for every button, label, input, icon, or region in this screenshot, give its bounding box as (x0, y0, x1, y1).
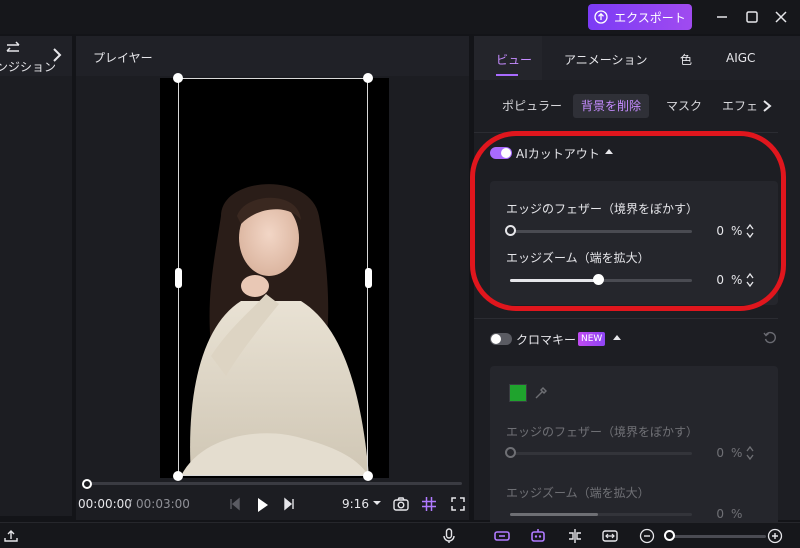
stepper-arrows-icon[interactable] (746, 445, 754, 461)
link-clips-button[interactable] (493, 528, 511, 544)
next-frame-button[interactable] (282, 496, 296, 512)
zoom-in-button[interactable] (766, 528, 784, 544)
chroma-key-title: クロマキー (516, 333, 577, 347)
resize-handle-left[interactable] (175, 268, 182, 288)
export-label: エクスポート (614, 10, 686, 25)
chroma-edge-zoom-value[interactable]: 0 (708, 507, 724, 521)
step-back-icon (230, 497, 240, 511)
minimize-button[interactable] (711, 6, 733, 28)
aspect-ratio-select[interactable]: 9:16 (342, 497, 369, 511)
split-button[interactable] (566, 528, 584, 544)
timeline-zoom-slider[interactable] (668, 535, 766, 538)
ai-robot-icon (531, 529, 545, 542)
chroma-edge-feather-slider[interactable] (510, 452, 692, 455)
resize-handle-top-right[interactable] (363, 73, 373, 83)
tab-view[interactable]: ビュー (496, 51, 532, 68)
chevron-right-icon[interactable] (50, 46, 64, 64)
play-button[interactable] (254, 496, 272, 514)
resize-handle-top-left[interactable] (173, 73, 183, 83)
export-button[interactable]: エクスポート (588, 4, 692, 30)
swap-arrows-icon (6, 41, 20, 52)
player-header: プレイヤー (76, 36, 469, 76)
grid-icon (422, 497, 436, 511)
properties-tabs: ビュー アニメーション 色 AIGC (474, 36, 800, 80)
timeline-toolbar (0, 522, 800, 548)
transition-tab-label: ンジション (0, 60, 57, 74)
zoom-out-button[interactable] (638, 528, 656, 544)
close-button[interactable] (770, 6, 792, 28)
maximize-button[interactable] (741, 6, 763, 28)
chroma-edge-feather-unit: % (731, 446, 743, 460)
resize-handle-bottom-right[interactable] (363, 471, 373, 481)
close-icon (775, 11, 787, 23)
chroma-edge-zoom-slider[interactable] (510, 513, 692, 516)
previous-frame-button[interactable] (228, 496, 242, 512)
timeline-zoom-knob[interactable] (664, 530, 675, 541)
export-media-button[interactable] (2, 528, 20, 544)
microphone-icon (443, 528, 455, 543)
chroma-edge-feather-label: エッジのフェザー（境界をぼかす） (506, 425, 699, 439)
zoom-out-icon (639, 528, 655, 544)
record-voice-button[interactable] (440, 528, 458, 544)
tab-aigc[interactable]: AIGC (726, 51, 755, 65)
chroma-color-swatch[interactable] (509, 384, 527, 402)
camera-icon (393, 497, 409, 511)
upload-icon (4, 530, 18, 542)
chroma-key-toggle[interactable] (490, 333, 512, 345)
chroma-edge-feather-slider-knob[interactable] (505, 447, 516, 458)
chevron-right-icon[interactable] (762, 100, 772, 112)
resize-handle-right[interactable] (365, 268, 372, 288)
resize-handle-bottom-left[interactable] (173, 471, 183, 481)
highlight-annotation-ring (470, 131, 786, 311)
aspect-ratio-dropdown[interactable] (372, 496, 382, 510)
fit-timeline-button[interactable] (601, 528, 619, 544)
snapshot-button[interactable] (392, 496, 410, 512)
chroma-edge-feather-value[interactable]: 0 (708, 446, 724, 460)
playhead-knob[interactable] (82, 479, 92, 489)
zoom-in-icon (767, 528, 783, 544)
selection-box[interactable] (178, 78, 368, 476)
slider-fill (510, 513, 598, 516)
step-forward-icon (284, 497, 294, 511)
collapse-caret-icon[interactable] (613, 335, 621, 340)
tab-animation[interactable]: アニメーション (564, 51, 648, 68)
player-panel: プレイヤー 00:00:00 / 00:03:00 9:16 (76, 36, 469, 520)
playback-timeline[interactable] (86, 482, 462, 485)
ai-tools-button[interactable] (529, 528, 547, 544)
play-icon (258, 498, 268, 512)
left-panel: ンジション (0, 36, 72, 516)
subtab-effects[interactable]: エフェ (714, 94, 766, 118)
fit-width-icon (602, 530, 618, 542)
maximize-icon (746, 11, 758, 23)
upload-icon (594, 10, 608, 24)
reset-icon[interactable] (763, 331, 777, 345)
new-badge: NEW (578, 332, 606, 346)
divider (474, 318, 778, 319)
minimize-icon (717, 16, 727, 18)
player-title: プレイヤー (93, 51, 153, 65)
chroma-edge-zoom-unit: % (731, 507, 743, 521)
caret-down-icon (373, 501, 381, 505)
subtab-mask[interactable]: マスク (658, 94, 710, 118)
link-icon (494, 531, 510, 541)
subtab-remove-background[interactable]: 背景を削除 (573, 94, 650, 118)
split-icon (569, 529, 581, 543)
eyedropper-icon[interactable] (534, 386, 548, 400)
chroma-edge-zoom-label: エッジズーム（端を拡大） (506, 486, 650, 500)
title-bar: エクスポート (0, 0, 800, 34)
time-separator: / (128, 497, 133, 511)
current-time: 00:00:00 (78, 497, 132, 511)
subtab-popular[interactable]: ポピュラー (494, 94, 570, 118)
fullscreen-button[interactable] (449, 496, 467, 512)
subtab-bar: ポピュラー 背景を削除 マスク エフェ (488, 94, 778, 118)
fullscreen-icon (451, 497, 465, 511)
left-panel-header[interactable]: ンジション (0, 36, 72, 76)
toggle-knob (491, 334, 501, 344)
tab-color[interactable]: 色 (680, 51, 692, 68)
total-time: 00:03:00 (136, 497, 190, 511)
grid-button[interactable] (420, 496, 438, 512)
